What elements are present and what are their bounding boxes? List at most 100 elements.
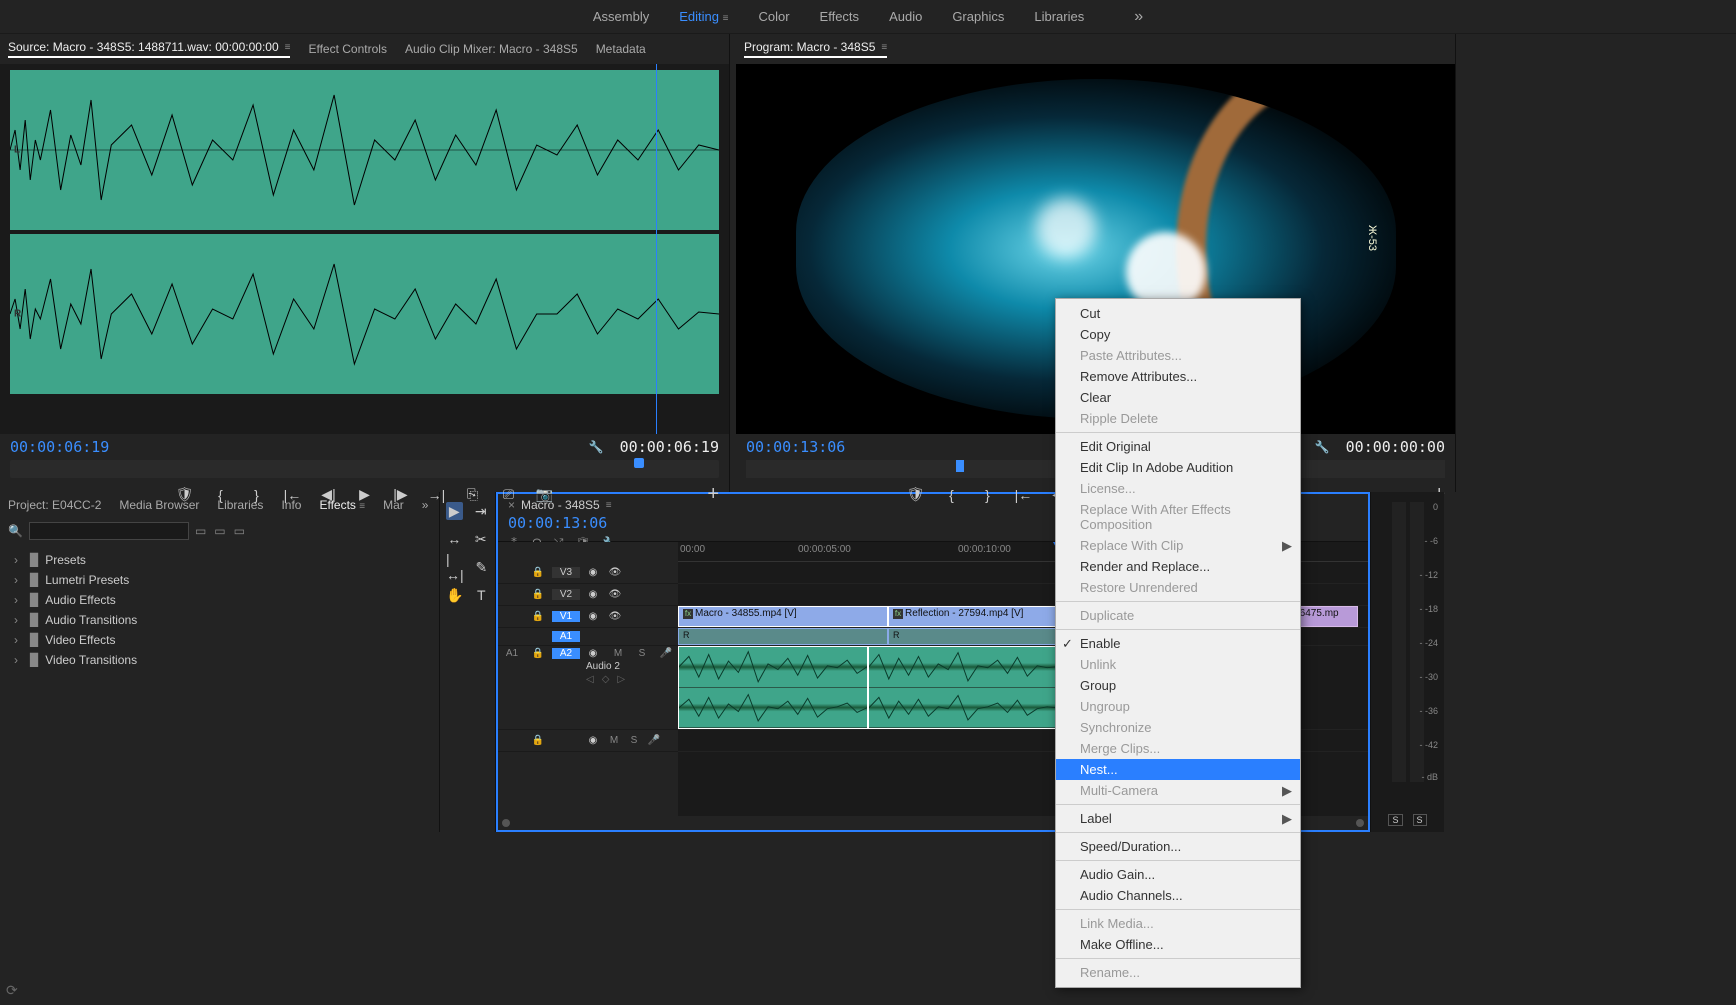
solo-button[interactable]: S <box>624 735 644 746</box>
solo-right[interactable]: S <box>1413 814 1427 826</box>
context-menu-item-clear[interactable]: Clear <box>1056 387 1300 408</box>
eye-icon[interactable]: 👁 <box>604 589 626 600</box>
context-menu-item-edit-clip-in-adobe-audition[interactable]: Edit Clip In Adobe Audition <box>1056 457 1300 478</box>
source-scrubber[interactable] <box>10 460 719 478</box>
selection-tool-icon[interactable]: ▶ <box>446 502 463 520</box>
tab-program[interactable]: Program: Macro - 348S5 ≡ <box>744 40 887 58</box>
source-waveform[interactable]: L R <box>0 64 729 434</box>
scroll-handle-left[interactable] <box>502 819 510 827</box>
clip-reflection[interactable]: fxReflection - 27594.mp4 [V] <box>888 606 1058 627</box>
eye-icon[interactable]: 👁 <box>604 567 626 578</box>
step-forward-icon[interactable]: |▶ <box>392 486 410 503</box>
hamburger-icon[interactable]: ≡ <box>723 13 729 24</box>
track-a1-header[interactable]: A1 <box>498 628 678 646</box>
track-label-v1[interactable]: V1 <box>552 611 580 622</box>
effects-search-input[interactable] <box>29 522 189 540</box>
context-menu-item-nest[interactable]: Nest... <box>1056 759 1300 780</box>
context-menu-item-edit-original[interactable]: Edit Original <box>1056 436 1300 457</box>
track-select-tool-icon[interactable]: ⇥ <box>473 502 490 520</box>
context-menu-item-audio-gain[interactable]: Audio Gain... <box>1056 864 1300 885</box>
slip-tool-icon[interactable]: |↔| <box>446 558 464 576</box>
step-back-icon[interactable]: ◀| <box>320 486 338 503</box>
solo-left[interactable]: S <box>1388 814 1402 826</box>
scroll-handle-right[interactable] <box>1356 819 1364 827</box>
track-v3-header[interactable]: 🔒 V3 ◉ 👁 <box>498 562 678 584</box>
lock-icon[interactable]: 🔒 <box>526 648 550 659</box>
sync-lock-icon[interactable]: ◉ <box>582 735 604 746</box>
insert-icon[interactable]: ⎘ <box>464 486 482 503</box>
mark-out-icon[interactable]: } <box>248 487 266 503</box>
workspace-effects[interactable]: Effects <box>820 9 860 24</box>
folder-audio-effects[interactable]: ›▉Audio Effects <box>14 590 425 610</box>
hand-tool-icon[interactable]: ✋ <box>446 586 463 604</box>
context-menu-item-render-and-replace[interactable]: Render and Replace... <box>1056 556 1300 577</box>
source-patch-a1[interactable]: A1 <box>498 648 526 659</box>
track-v1-header[interactable]: 🔒 V1 ◉ 👁 <box>498 606 678 628</box>
context-menu-item-audio-channels[interactable]: Audio Channels... <box>1056 885 1300 906</box>
wrench-icon[interactable]: 🔧 <box>1315 440 1330 454</box>
track-a3-header[interactable]: 🔒 A3 ◉ M S 🎤 <box>498 730 678 752</box>
keyframe-add-icon[interactable]: ◇ <box>602 674 610 685</box>
wrench-icon[interactable]: 🔧 <box>589 440 604 454</box>
workspace-color[interactable]: Color <box>758 9 789 24</box>
keyframe-prev-icon[interactable]: ◁ <box>586 674 594 685</box>
track-a2-header[interactable]: A1 🔒 A2 ◉ M S 🎤 Audio 2 ◁◇▷ <box>498 646 678 730</box>
context-menu-item-speed-duration[interactable]: Speed/Duration... <box>1056 836 1300 857</box>
program-timecode-in[interactable]: 00:00:13:06 <box>746 438 845 456</box>
mark-in-icon[interactable]: { <box>212 487 230 503</box>
mute-button[interactable]: M <box>604 735 624 746</box>
type-tool-icon[interactable]: T <box>473 586 489 604</box>
folder-audio-transitions[interactable]: ›▉Audio Transitions <box>14 610 425 630</box>
program-playhead[interactable] <box>956 460 964 472</box>
context-menu-item-copy[interactable]: Copy <box>1056 324 1300 345</box>
context-menu-item-group[interactable]: Group <box>1056 675 1300 696</box>
workspace-graphics[interactable]: Graphics <box>952 9 1004 24</box>
go-to-in-icon[interactable]: |← <box>1015 487 1033 503</box>
mark-out-icon[interactable]: } <box>979 487 997 503</box>
folder-video-effects[interactable]: ›▉Video Effects <box>14 630 425 650</box>
workspace-assembly[interactable]: Assembly <box>593 9 649 24</box>
track-label-v2[interactable]: V2 <box>552 589 580 600</box>
keyframe-next-icon[interactable]: ▷ <box>617 674 625 685</box>
timeline-timecode[interactable]: 00:00:13:06 <box>508 514 618 532</box>
context-menu-item-make-offline[interactable]: Make Offline... <box>1056 934 1300 955</box>
track-label-a1[interactable]: A1 <box>552 631 580 642</box>
audio-clip-1[interactable] <box>678 646 868 729</box>
tab-metadata[interactable]: Metadata <box>596 42 646 56</box>
marker-icon[interactable]: 🛡 <box>907 486 925 503</box>
sync-lock-icon[interactable]: ◉ <box>582 611 604 622</box>
context-menu-item-enable[interactable]: ✓Enable <box>1056 633 1300 654</box>
sync-lock-icon[interactable]: ◉ <box>582 589 604 600</box>
track-v2-header[interactable]: 🔒 V2 ◉ 👁 <box>498 584 678 606</box>
folder-lumetri[interactable]: ›▉Lumetri Presets <box>14 570 425 590</box>
fx-32-icon[interactable]: ▭ <box>214 524 225 538</box>
tab-audio-mixer[interactable]: Audio Clip Mixer: Macro - 348S5 <box>405 42 578 56</box>
clip-macro[interactable]: fxMacro - 34855.mp4 [V] <box>678 606 888 627</box>
sync-icon[interactable]: ⟳ <box>6 982 18 999</box>
mark-in-icon[interactable]: { <box>943 487 961 503</box>
context-menu-item-label[interactable]: Label▶ <box>1056 808 1300 829</box>
solo-button[interactable]: S <box>632 648 652 659</box>
lock-icon[interactable]: 🔒 <box>526 589 550 600</box>
eye-icon[interactable]: 👁 <box>604 611 626 622</box>
tab-effect-controls[interactable]: Effect Controls <box>308 42 386 56</box>
source-timecode-in[interactable]: 00:00:06:19 <box>10 438 109 456</box>
context-menu-item-remove-attributes[interactable]: Remove Attributes... <box>1056 366 1300 387</box>
workspace-audio[interactable]: Audio <box>889 9 922 24</box>
sync-lock-icon[interactable]: ◉ <box>582 648 604 659</box>
ripple-tool-icon[interactable]: ↔ <box>446 530 463 548</box>
audio-clip-r2[interactable]: R <box>888 628 1058 645</box>
export-frame-icon[interactable]: 📷 <box>536 486 554 503</box>
tab-source[interactable]: Source: Macro - 348S5: 1488711.wav: 00:0… <box>8 40 290 58</box>
folder-video-transitions[interactable]: ›▉Video Transitions <box>14 650 425 670</box>
scrubber-playhead[interactable] <box>634 458 644 468</box>
workspace-libraries[interactable]: Libraries <box>1034 9 1084 24</box>
audio-clip-r1[interactable]: R <box>678 628 888 645</box>
overwrite-icon[interactable]: ⎚ <box>500 486 518 503</box>
lock-icon[interactable]: 🔒 <box>526 567 550 578</box>
fx-yuv-icon[interactable]: ▭ <box>234 524 245 538</box>
workspace-editing[interactable]: Editing ≡ <box>679 9 728 24</box>
source-playhead[interactable] <box>656 64 657 434</box>
razor-tool-icon[interactable]: ✂ <box>473 530 490 548</box>
go-to-in-icon[interactable]: |← <box>284 487 302 503</box>
